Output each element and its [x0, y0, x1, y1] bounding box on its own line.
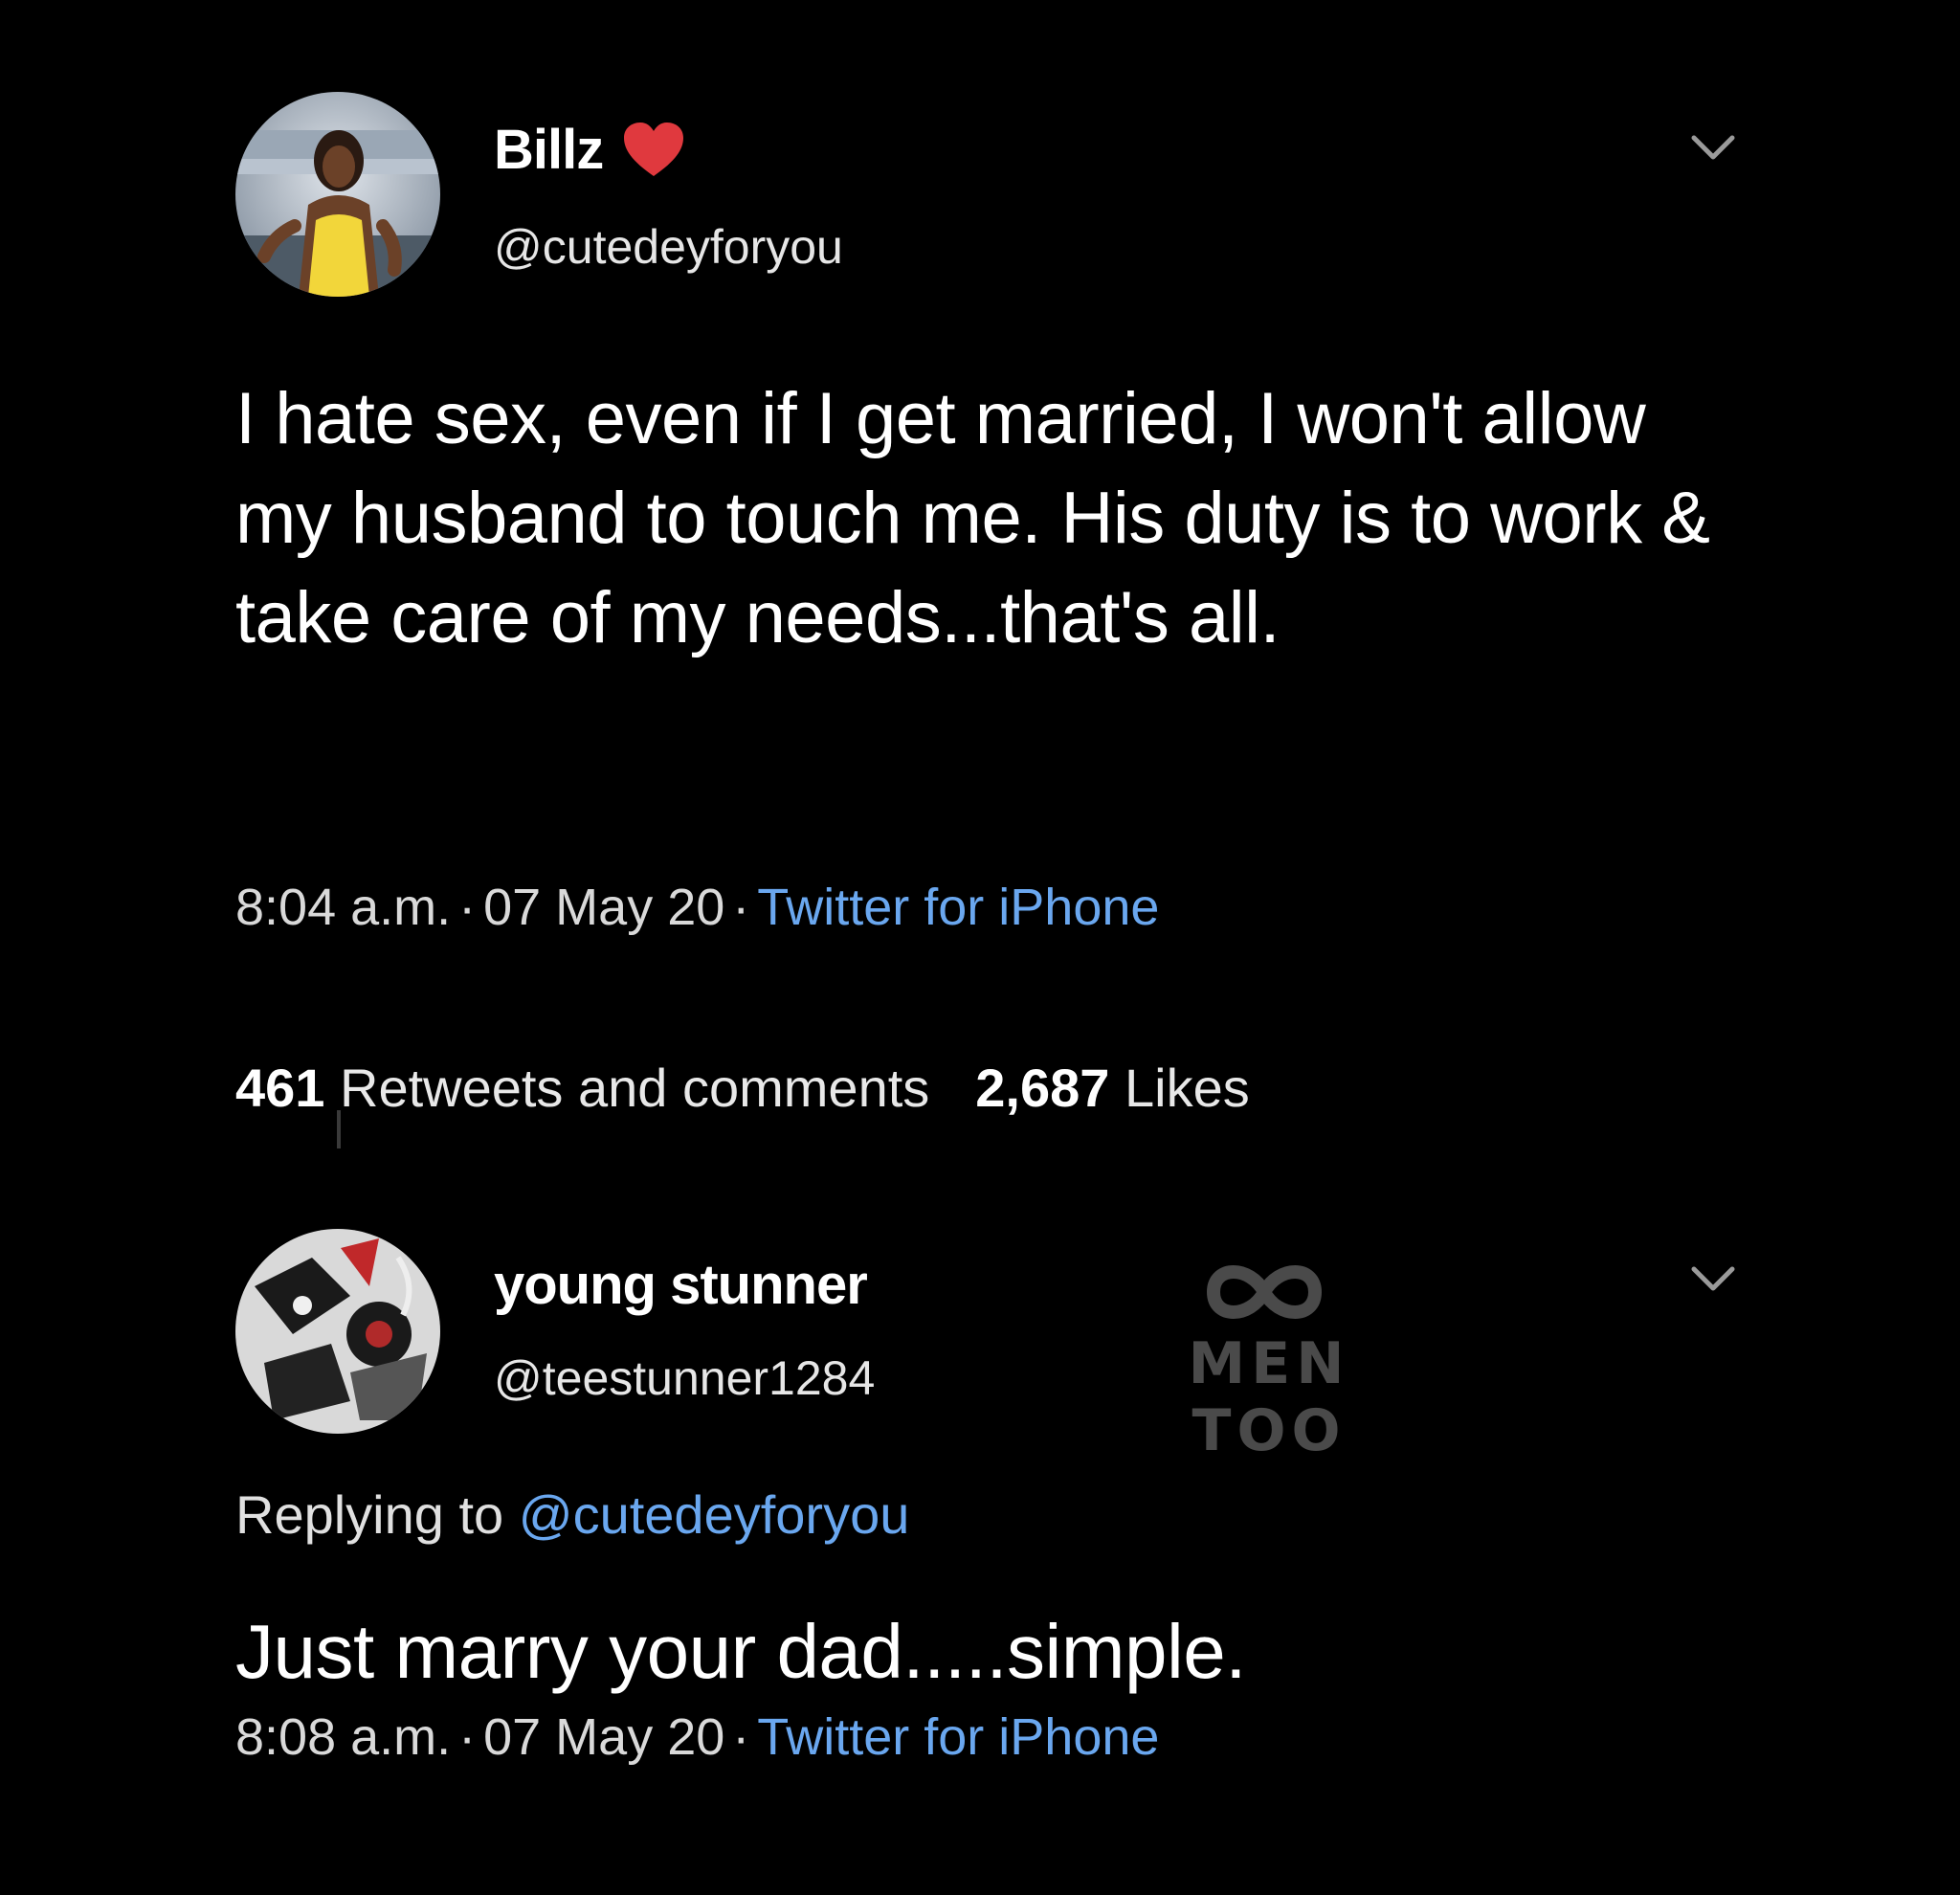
source-link[interactable]: Twitter for iPhone — [757, 879, 1159, 936]
tweet-text: I hate sex, even if I get married, I won… — [235, 378, 1710, 658]
thread-line — [337, 1110, 341, 1148]
source-link[interactable]: Twitter for iPhone — [757, 1708, 1159, 1766]
display-name[interactable]: young stunner — [494, 1252, 868, 1319]
user-handle[interactable]: @cutedeyforyou — [494, 218, 843, 276]
original-tweet: Billz @cutedeyforyou I hate sex, even if… — [0, 0, 1960, 1148]
separator: · — [458, 1708, 477, 1766]
likes-stat[interactable]: 2,687 Likes — [975, 1058, 1249, 1118]
mention-link[interactable]: @cutedeyforyou — [519, 1484, 910, 1545]
author-name-row[interactable]: Billz — [494, 117, 685, 184]
infinity-icon — [1206, 1265, 1323, 1319]
avatar[interactable] — [235, 92, 440, 297]
retweets-label: Retweets and comments — [340, 1058, 930, 1118]
reply-tweet: young stunner @teestunner1284 MEN TOO Re… — [0, 1110, 1960, 1895]
tweet-time: 8:08 a.m. — [235, 1708, 452, 1766]
display-name[interactable]: Billz — [494, 117, 604, 184]
separator: · — [458, 879, 477, 936]
replying-label: Replying to — [235, 1484, 504, 1545]
heart-icon — [624, 123, 684, 176]
tweet-date: 07 May 20 — [483, 1708, 725, 1766]
separator: · — [732, 1708, 750, 1766]
tweet-stats: 461 Retweets and comments 2,687 Likes — [235, 1055, 1250, 1122]
separator: · — [732, 879, 750, 936]
watermark: MEN TOO — [1106, 1244, 1432, 1464]
retweets-count: 461 — [235, 1058, 325, 1118]
tweet-time: 8:04 a.m. — [235, 879, 452, 936]
replying-to: Replying to @cutedeyforyou — [235, 1482, 909, 1549]
profile-photo-icon — [235, 1229, 440, 1434]
profile-photo-icon — [235, 92, 440, 297]
retweets-stat[interactable]: 461 Retweets and comments — [235, 1058, 929, 1118]
tweet-meta: 8:04 a.m. · 07 May 20 · Twitter for iPhone — [235, 874, 1159, 941]
likes-label: Likes — [1124, 1058, 1250, 1118]
likes-count: 2,687 — [975, 1058, 1110, 1118]
tweet-date: 07 May 20 — [483, 879, 725, 936]
avatar[interactable] — [235, 1229, 440, 1434]
chevron-down-icon[interactable] — [1686, 128, 1740, 167]
user-handle[interactable]: @teestunner1284 — [494, 1349, 875, 1407]
chevron-down-icon[interactable] — [1686, 1260, 1740, 1298]
tweet-text: Just marry your dad.....simple. — [235, 1609, 1246, 1694]
watermark-text: MEN TOO — [1188, 1330, 1350, 1464]
tweet-meta: 8:08 a.m. · 07 May 20 · Twitter for iPhone — [235, 1704, 1159, 1771]
author-name-row[interactable]: young stunner — [494, 1252, 868, 1319]
